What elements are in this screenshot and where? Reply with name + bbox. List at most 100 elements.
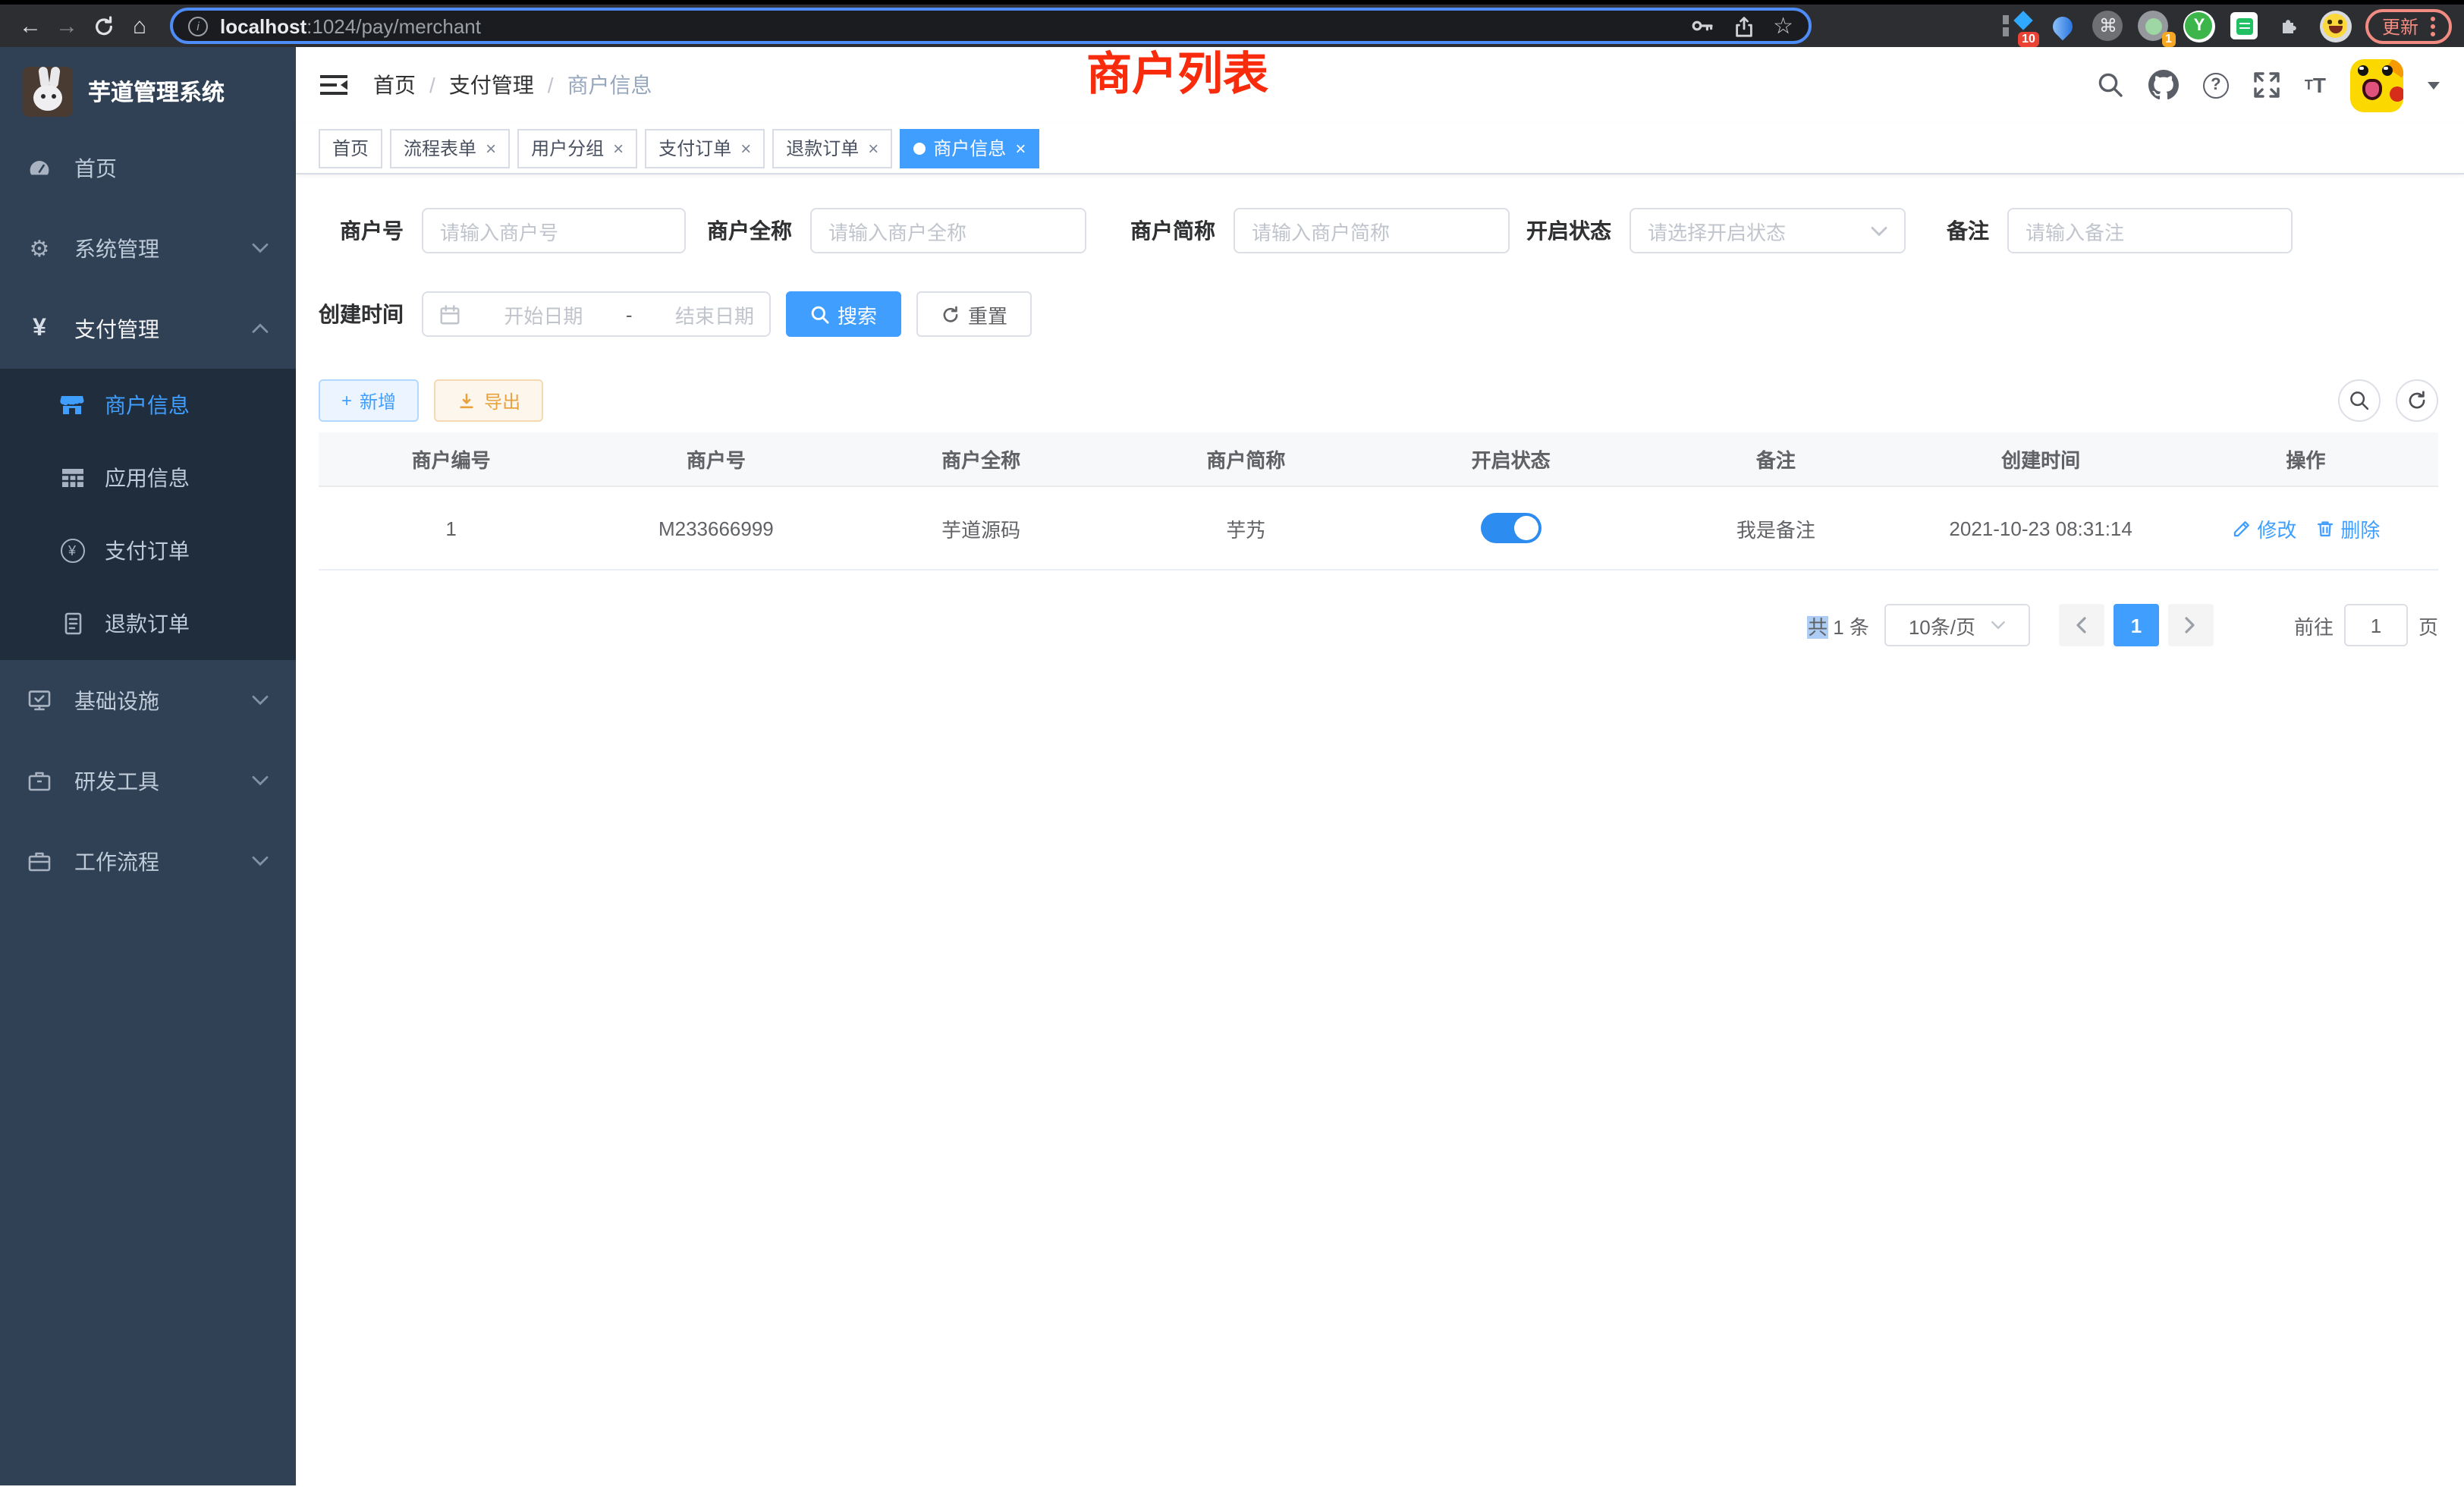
sidebar-item-pay-order[interactable]: ¥ 支付订单 bbox=[0, 514, 296, 587]
close-icon[interactable]: × bbox=[613, 137, 624, 159]
browser-back-button[interactable]: ← bbox=[12, 8, 49, 44]
password-key-icon[interactable] bbox=[1689, 14, 1714, 38]
extension-proxy-badge: 1 bbox=[2161, 31, 2176, 46]
sidebar-item-infrastructure[interactable]: 基础设施 bbox=[0, 660, 296, 740]
tab-user-group[interactable]: 用户分组 × bbox=[517, 128, 637, 168]
browser-menu-icon[interactable] bbox=[2431, 16, 2435, 36]
browser-forward-button[interactable]: → bbox=[49, 8, 85, 44]
sidebar-item-refund-order[interactable]: 退款订单 bbox=[0, 587, 296, 660]
close-icon[interactable]: × bbox=[1015, 137, 1026, 159]
close-icon[interactable]: × bbox=[740, 137, 751, 159]
page-size-select[interactable]: 10条/页 bbox=[1884, 604, 2030, 646]
table-header: 商户编号 商户号 商户全称 商户简称 开启状态 备注 创建时间 操作 bbox=[319, 432, 2438, 487]
extension-proxy-icon[interactable]: 1 bbox=[2138, 10, 2170, 42]
next-page-button[interactable] bbox=[2168, 604, 2214, 646]
sidebar-item-payment[interactable]: ¥ 支付管理 bbox=[0, 288, 296, 369]
export-button[interactable]: 导出 bbox=[434, 379, 543, 422]
short-name-label: 商户简称 bbox=[1105, 215, 1234, 246]
remark-label: 备注 bbox=[1924, 215, 2007, 246]
url-path: :1024/pay/merchant bbox=[306, 14, 481, 37]
full-name-input[interactable]: 请输入商户全称 bbox=[810, 208, 1086, 253]
show-search-button[interactable] bbox=[2338, 379, 2381, 422]
update-label: 更新 bbox=[2382, 13, 2418, 39]
extension-pin-icon[interactable] bbox=[2047, 10, 2079, 42]
sidebar-item-system[interactable]: ⚙ 系统管理 bbox=[0, 208, 296, 288]
page-unit-label: 页 bbox=[2418, 611, 2438, 640]
goto-page-input[interactable]: 1 bbox=[2344, 604, 2408, 646]
fullscreen-icon[interactable] bbox=[2253, 71, 2280, 99]
date-range-input[interactable]: 开始日期 - 结束日期 bbox=[422, 291, 771, 337]
short-name-input[interactable]: 请输入商户简称 bbox=[1234, 208, 1510, 253]
monitor-icon bbox=[27, 689, 52, 712]
sidebar-item-dev-tools[interactable]: 研发工具 bbox=[0, 740, 296, 821]
tab-process-form[interactable]: 流程表单 × bbox=[390, 128, 510, 168]
browser-update-button[interactable]: 更新 bbox=[2365, 8, 2452, 43]
github-icon[interactable] bbox=[2148, 70, 2179, 100]
extension-command-icon[interactable]: ⌘ bbox=[2092, 10, 2124, 42]
close-icon[interactable]: × bbox=[868, 137, 878, 159]
cell-status bbox=[1378, 513, 1643, 543]
header-search-icon[interactable] bbox=[2097, 71, 2124, 99]
sidebar-item-merchant-info[interactable]: 商户信息 bbox=[0, 369, 296, 442]
add-button[interactable]: + 新增 bbox=[319, 379, 419, 422]
yen-circle-icon: ¥ bbox=[59, 539, 85, 563]
start-date-placeholder: 开始日期 bbox=[504, 300, 583, 328]
url-text: localhost:1024/pay/merchant bbox=[220, 14, 481, 37]
browser-home-button[interactable]: ⌂ bbox=[121, 8, 158, 44]
tab-merchant-info[interactable]: 商户信息 × bbox=[900, 128, 1039, 168]
font-size-icon[interactable]: TT bbox=[2305, 73, 2326, 97]
navbar: 首页 / 支付管理 / 商户信息 bbox=[296, 47, 2464, 123]
browser-toolbar: ← → ⌂ i localhost:1024/pay/merchant bbox=[0, 0, 2464, 47]
cell-remark: 我是备注 bbox=[1643, 514, 1908, 542]
url-host: localhost bbox=[220, 14, 306, 37]
extensions-puzzle-icon[interactable] bbox=[2274, 10, 2306, 42]
help-icon[interactable]: ? bbox=[2203, 72, 2229, 98]
status-select[interactable]: 请选择开启状态 bbox=[1630, 208, 1906, 253]
search-button[interactable]: 搜索 bbox=[786, 291, 901, 337]
tab-home[interactable]: 首页 bbox=[319, 128, 382, 168]
extension-chat-icon[interactable] bbox=[2229, 10, 2261, 42]
app-logo[interactable]: 芋道管理系统 bbox=[0, 47, 296, 117]
user-avatar[interactable] bbox=[2350, 58, 2403, 112]
breadcrumb-home[interactable]: 首页 bbox=[373, 70, 416, 100]
sidebar-collapse-button[interactable] bbox=[320, 73, 347, 97]
browser-profile-avatar[interactable] bbox=[2320, 10, 2352, 42]
extension-grid-icon[interactable]: 10 bbox=[2001, 10, 2033, 42]
address-bar[interactable]: i localhost:1024/pay/merchant ☆ bbox=[170, 8, 1812, 44]
status-toggle[interactable] bbox=[1481, 513, 1542, 543]
refresh-icon bbox=[941, 304, 960, 324]
delete-link[interactable]: 删除 bbox=[2315, 514, 2380, 542]
page-number-1[interactable]: 1 bbox=[2114, 604, 2159, 646]
chevron-up-icon bbox=[252, 323, 269, 334]
prev-page-button[interactable] bbox=[2059, 604, 2104, 646]
sidebar-item-workflow[interactable]: 工作流程 bbox=[0, 821, 296, 901]
merchant-table: 商户编号 商户号 商户全称 商户简称 开启状态 备注 创建时间 操作 1 M23… bbox=[319, 432, 2438, 571]
main-area: 首页 / 支付管理 / 商户信息 bbox=[296, 47, 2464, 1485]
extension-y-icon[interactable]: Y bbox=[2183, 10, 2215, 42]
close-icon[interactable]: × bbox=[486, 137, 496, 159]
filter-row-1: 商户号 请输入商户号 商户全称 请输入商户全称 商户简称 请输入商户简称 开启状… bbox=[319, 208, 2464, 253]
payment-submenu: 商户信息 应用信息 ¥ bbox=[0, 369, 296, 660]
tab-pay-order[interactable]: 支付订单 × bbox=[645, 128, 765, 168]
user-menu-caret-icon[interactable] bbox=[2428, 81, 2440, 89]
reset-button[interactable]: 重置 bbox=[916, 291, 1032, 337]
refresh-table-button[interactable] bbox=[2396, 379, 2438, 422]
cell-full-name: 芋道源码 bbox=[849, 514, 1114, 542]
site-info-icon[interactable]: i bbox=[188, 16, 208, 36]
sidebar-item-label: 基础设施 bbox=[74, 685, 159, 715]
tab-refund-order[interactable]: 退款订单 × bbox=[772, 128, 892, 168]
browser-reload-button[interactable] bbox=[85, 8, 121, 44]
document-icon bbox=[59, 611, 85, 636]
remark-input[interactable]: 请输入备注 bbox=[2007, 208, 2293, 253]
edit-link[interactable]: 修改 bbox=[2231, 514, 2296, 542]
table-toolbar: + 新增 导出 bbox=[319, 379, 2438, 422]
sidebar-item-home[interactable]: 首页 bbox=[0, 127, 296, 208]
briefcase-icon bbox=[27, 850, 52, 872]
breadcrumb-payment[interactable]: 支付管理 bbox=[449, 70, 534, 100]
sidebar-item-app-info[interactable]: 应用信息 bbox=[0, 442, 296, 514]
share-icon[interactable] bbox=[1732, 14, 1755, 37]
merchant-no-input[interactable]: 请输入商户号 bbox=[422, 208, 686, 253]
bookmark-star-icon[interactable]: ☆ bbox=[1773, 12, 1793, 39]
gear-icon: ⚙ bbox=[27, 234, 52, 262]
breadcrumb-current: 商户信息 bbox=[567, 70, 652, 100]
